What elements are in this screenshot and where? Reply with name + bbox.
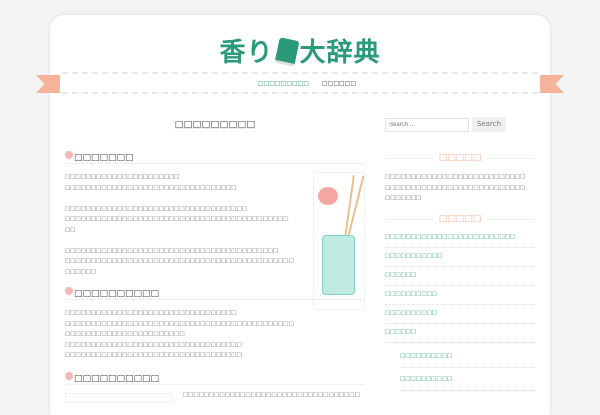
paragraph-line: □□□□□□□□□□□□□□□□□□□□□□□□□□□□□□□□□□ — [65, 341, 242, 348]
link-divider — [400, 367, 535, 368]
bottle — [322, 235, 355, 295]
flower-bullet-icon — [65, 151, 73, 159]
link-divider — [400, 390, 535, 391]
flower — [318, 187, 338, 205]
link-divider — [385, 323, 535, 324]
link-divider — [385, 342, 535, 343]
paragraph-line: □□□□□□□□□□□□□□□□□□□□□□ — [65, 174, 180, 180]
link-divider — [385, 247, 535, 248]
nav-item-home[interactable]: □□□□□□□□□ — [258, 80, 309, 87]
paragraph-line: □□□□□□□□□□□□□□□□□□□□□□□□□□□□□□□□□□ — [65, 352, 242, 358]
sidebar-link[interactable]: □□□□□□□□□□ — [385, 291, 437, 297]
section-heading: □□□□□□□ — [65, 151, 134, 163]
widget-text-line: □□□□□□□□□□□□□□□□□□□□□□□□□□□ — [385, 174, 526, 180]
widget-title-2: □□□□□ — [385, 214, 535, 224]
widget-title-1: □□□□□ — [385, 153, 535, 163]
search-input[interactable] — [385, 118, 469, 132]
heading-divider — [65, 384, 365, 385]
heading-divider — [65, 163, 365, 164]
paragraph-line: □□□□□□□□□□□□□□□□□□□□□□□ — [65, 331, 185, 337]
widget-text-line: □□□□□□□ — [385, 195, 422, 201]
paragraph-line: □□□□□□□□□□□□□□□□□□□□□□□□□□□□□□□□□ — [65, 184, 237, 191]
flower-bullet-icon — [65, 372, 73, 380]
widget-text-line: □□□□□□□□□□□□□□□□□□□□□□□□□□□ — [385, 184, 526, 191]
sidebar-link[interactable]: □□□□□□□□□□□□□□□□□□□□□□□□□ — [385, 234, 515, 240]
sidebar-link[interactable]: □□□□□□□□□□□ — [385, 253, 442, 259]
paragraph-line: □□□□□□□□□□□□□□□□□□□□□□□□□□□□□□□□□□□□□□□□… — [65, 258, 294, 264]
link-divider — [385, 266, 535, 267]
paragraph-line: □□□□□□ — [65, 268, 97, 275]
book-icon — [274, 37, 299, 67]
nav-separator: · — [303, 80, 305, 87]
paragraph-line: □□□□□□□□□□□□□□□□□□□□□□□□□□□□□□□□□□□ — [65, 205, 247, 212]
paragraph-line: □□□□□□□□□□□□□□□□□□□□□□□□□□□□□□□□□ — [65, 310, 237, 316]
section-heading: □□□□□□□□□□ — [65, 287, 159, 299]
paragraph-line: □□□□□□□□□□□□□□□□□□□□□□□□□□□□□□□□□□□□□□□□… — [65, 247, 279, 254]
sidebar-link[interactable]: □□□□□□ — [385, 272, 416, 278]
site-logo[interactable]: 香り 大辞典 — [0, 32, 600, 69]
paragraph-line: □□□□□□□□□□□□□□□□□□□□□□□□□□□□□□□□□□ — [183, 392, 360, 398]
page-title: □□□□□□□□□ — [174, 119, 256, 130]
ribbon-left — [36, 75, 60, 93]
sidebar-sub-link[interactable]: □□□□□□□□□□ — [400, 376, 452, 382]
sidebar-link[interactable]: □□□□□□ — [385, 329, 416, 335]
nav-item-2[interactable]: □□□□□□ — [322, 80, 356, 87]
paragraph-line: □□□□□□□□□□□□□□□□□□□□□□□□□□□□□□□□□□□□□□□□… — [65, 320, 294, 327]
paragraph-line: □□□□□□□□□□□□□□□□□□□□□□□□□□□□□□□□□□□□□□□□… — [65, 216, 289, 222]
section-heading: □□□□□□□□□□ — [65, 372, 159, 384]
section3-image — [65, 393, 172, 403]
paragraph-line: □□ — [65, 226, 76, 233]
flower-bullet-icon — [65, 287, 73, 295]
main-nav: □□□□□□□□□ · □□□□□□ — [62, 72, 538, 94]
sidebar-sub-link[interactable]: □□□□□□□□□□ — [400, 353, 452, 359]
sidebar-link[interactable]: □□□□□□□□□□ — [385, 310, 437, 316]
link-divider — [385, 304, 535, 305]
diffuser-image — [313, 172, 365, 310]
ribbon-right — [540, 75, 564, 93]
search-button[interactable]: Search — [472, 117, 506, 132]
link-divider — [385, 285, 535, 286]
